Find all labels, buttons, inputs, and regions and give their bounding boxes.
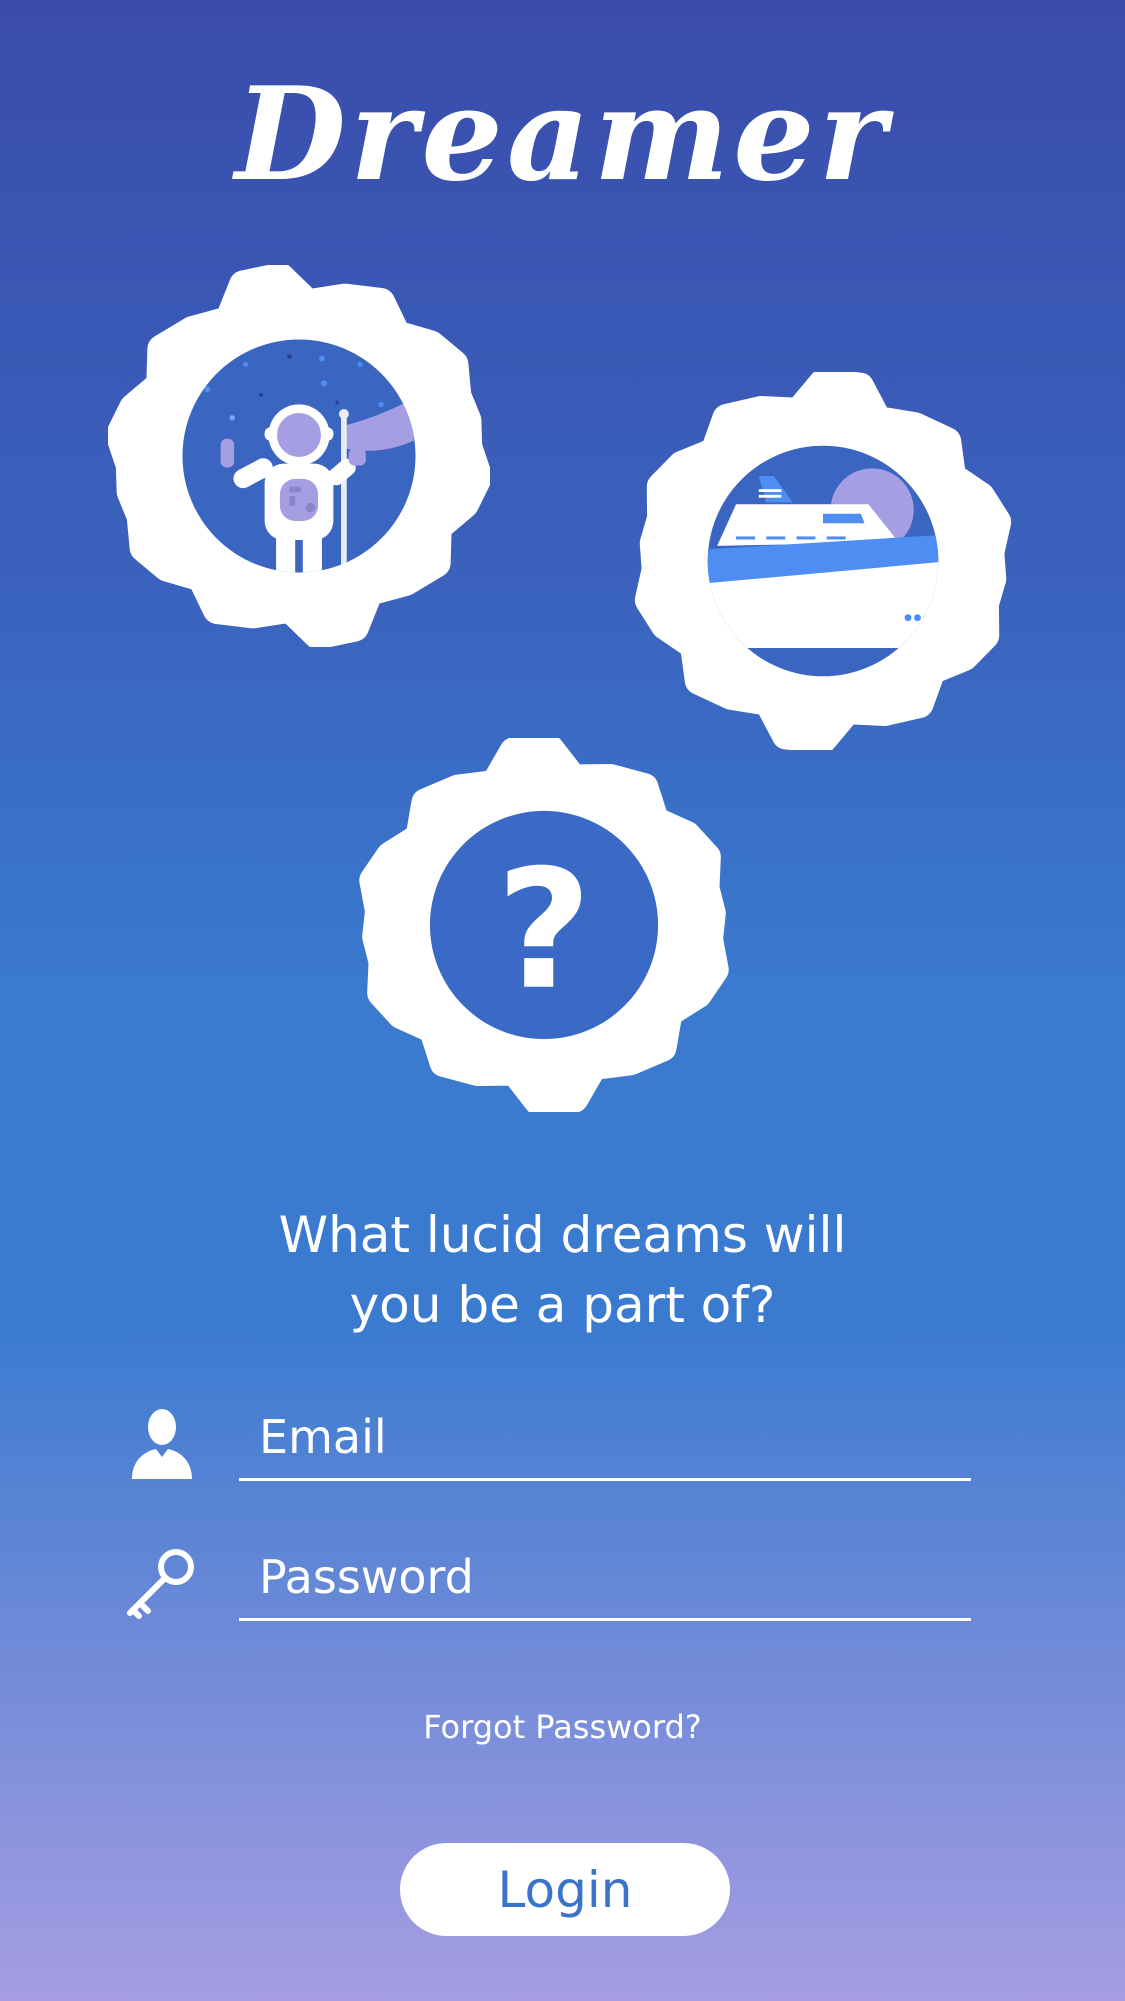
password-input[interactable] xyxy=(239,1535,971,1621)
forgot-password-link[interactable]: Forgot Password? xyxy=(0,1708,1125,1746)
question-mark-symbol: ? xyxy=(496,834,591,1026)
login-button[interactable]: Login xyxy=(400,1843,730,1936)
mystery-badge[interactable]: ? xyxy=(357,738,731,1112)
email-input[interactable] xyxy=(239,1395,971,1481)
user-icon xyxy=(132,1409,192,1479)
key-icon xyxy=(127,1549,194,1619)
tagline: What lucid dreams will you be a part of? xyxy=(0,1200,1125,1340)
app-logo: Dreamer xyxy=(234,60,891,210)
password-field-row xyxy=(120,1535,971,1625)
tagline-line-1: What lucid dreams will xyxy=(278,1206,847,1264)
tagline-line-2: you be a part of? xyxy=(349,1276,776,1334)
login-screen: Dreamer ? What lucid dreams will you be … xyxy=(0,0,1125,2001)
question-mark-icon: ? xyxy=(359,738,729,1112)
cruise-ship-illustration-icon xyxy=(634,372,1012,750)
astronaut-badge[interactable] xyxy=(108,265,490,647)
astronaut-illustration-icon xyxy=(108,265,490,647)
ship-badge[interactable] xyxy=(634,372,1012,750)
email-field-row xyxy=(120,1395,971,1485)
